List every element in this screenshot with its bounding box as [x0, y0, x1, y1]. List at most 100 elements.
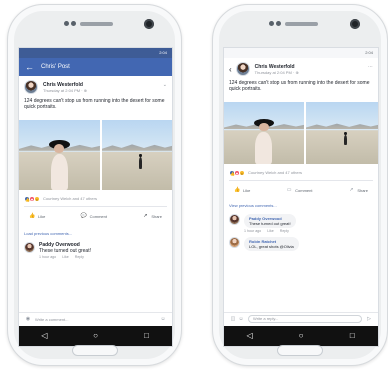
comment-bubble: Paddy Overwood These turned out great! — [244, 214, 296, 228]
right-side-photo[interactable] — [305, 102, 378, 164]
author-avatar[interactable] — [235, 62, 250, 76]
left-reaction-summary[interactable]: 👍 ♥ • Courtney Welch and 47 others — [19, 190, 172, 202]
left-photo-grid — [19, 120, 172, 190]
left-comment-composer: ◉ Write a comment... ☺ — [19, 312, 172, 325]
right-status-bar: 2:04 — [224, 48, 378, 58]
comment-bubble: Robin Ratchet LOL, great shots @Olivia — [244, 237, 299, 251]
back-nav-icon[interactable]: ◁ — [36, 326, 54, 346]
recent-apps-icon[interactable]: □ — [343, 326, 361, 346]
emoji-icon[interactable]: ☺ — [159, 316, 167, 322]
woman-top — [50, 153, 69, 190]
right-post-meta: Chris Westerfold Thursday at 2:04 PM · ⊕ — [255, 64, 299, 75]
left-main-photo[interactable] — [19, 120, 100, 190]
emoji-icon[interactable]: ☺ — [237, 316, 245, 322]
share-button[interactable]: ↗ Share — [348, 187, 368, 193]
phone-home-button[interactable] — [71, 345, 118, 356]
post-text: 124 degrees can't stop us from running i… — [229, 80, 370, 92]
home-nav-icon[interactable]: ○ — [292, 326, 310, 346]
camera-icon[interactable]: ◫ — [229, 316, 237, 322]
commenter-avatar[interactable] — [229, 237, 240, 248]
comment-time: 1 hour ago — [39, 255, 57, 259]
sensor-dots — [64, 21, 78, 27]
view-previous-comments[interactable]: View previous comments... — [224, 198, 378, 212]
right-reply-composer: ◫ ☺ Write a reply... ▷ — [224, 312, 378, 325]
share-icon: ↗ — [143, 213, 148, 219]
comment-button[interactable]: 💬 Comment — [81, 213, 107, 219]
post-more-icon[interactable]: ⋯ — [368, 64, 373, 70]
wow-reaction-icon: • — [34, 195, 40, 202]
phone-sensors — [213, 19, 387, 31]
left-comment-meta: 1 hour ago Like Reply — [19, 255, 172, 259]
comment-reply-link[interactable]: Reply — [75, 255, 84, 259]
like-icon: 👍 — [234, 187, 241, 193]
comment-like-link[interactable]: Like — [62, 255, 69, 259]
post-time: Thursday at 2:04 PM · ⊕ — [254, 69, 299, 75]
sensor-dots — [269, 21, 283, 27]
author-avatar[interactable] — [24, 80, 38, 94]
woman-top — [255, 131, 273, 164]
home-nav-icon[interactable]: ○ — [87, 326, 105, 346]
comment-time: 1 hour ago — [244, 229, 262, 233]
woman-face — [259, 122, 269, 131]
right-main-photo[interactable] — [224, 102, 304, 164]
right-status-time: 2:04 — [365, 50, 373, 55]
recent-apps-icon[interactable]: □ — [138, 326, 156, 346]
comment-bubble: Paddy Overwood These turned out great! — [39, 242, 91, 254]
share-label: Share — [357, 187, 368, 193]
commenter-avatar[interactable] — [229, 214, 240, 225]
like-label: Like — [243, 187, 251, 193]
right-comment-item-1: Paddy Overwood These turned out great! — [224, 212, 378, 228]
woman-portrait — [253, 119, 275, 164]
post-time: Thursday at 2:04 PM · ⊕ — [43, 87, 88, 93]
back-nav-icon[interactable]: ◁ — [241, 326, 259, 346]
comment-reply-link[interactable]: Reply — [280, 229, 289, 233]
reply-input[interactable]: Write a reply... — [248, 315, 362, 323]
post-options-chevron-icon[interactable]: ⌄ — [163, 82, 167, 88]
load-previous-comments[interactable]: Load previous comments... — [19, 224, 172, 240]
right-comment-item-2: Robin Ratchet LOL, great shots @Olivia — [224, 233, 378, 251]
left-status-bar: 2:04 — [19, 48, 172, 58]
phone-sensors — [8, 19, 181, 31]
woman-portrait — [48, 139, 71, 190]
right-screen: 2:04 ‹ Chris Westerfold Thursday at 2:04… — [223, 47, 379, 347]
right-photo-grid — [224, 102, 378, 164]
like-icon: 👍 — [29, 213, 36, 219]
reaction-count-text: Courtney Welch and 47 others — [43, 196, 97, 201]
commenter-avatar[interactable] — [24, 242, 35, 253]
comment-text: These turned out great! — [39, 248, 91, 254]
left-post-actions: 👍 Like 💬 Comment ↗ Share — [19, 207, 172, 224]
mountains-background — [305, 123, 378, 130]
left-comment-item: Paddy Overwood These turned out great! — [19, 240, 172, 254]
share-button[interactable]: ↗ Share — [142, 213, 162, 219]
comment-icon: ▭ — [286, 187, 292, 193]
comment-icon: 💬 — [80, 213, 87, 219]
left-back-icon[interactable]: ← — [25, 58, 37, 76]
right-phone: 2:04 ‹ Chris Westerfold Thursday at 2:04… — [212, 4, 388, 366]
post-text: 124 degrees can't stop us from running i… — [24, 98, 165, 110]
comment-input[interactable]: Write a comment... — [32, 317, 159, 322]
left-screen: 2:04 ← Chris' Post Chris Westerfold Thur… — [18, 47, 173, 347]
camera-icon[interactable]: ◉ — [24, 316, 32, 322]
share-icon: ↗ — [349, 187, 354, 193]
right-post-actions: 👍 Like ▭ Comment ↗ Share — [224, 181, 378, 198]
comment-label: Comment — [89, 213, 107, 219]
walking-person — [136, 153, 144, 174]
like-button[interactable]: 👍 Like — [29, 213, 45, 219]
comment-like-link[interactable]: Like — [267, 229, 274, 233]
left-status-time: 2:04 — [159, 50, 167, 55]
send-icon[interactable]: ▷ — [365, 316, 373, 322]
left-app-bar: ← Chris' Post — [19, 58, 172, 76]
comment-button[interactable]: ▭ Comment — [286, 187, 313, 193]
left-android-navbar: ◁ ○ □ — [19, 326, 172, 346]
phone-home-button[interactable] — [277, 345, 323, 356]
left-side-photo[interactable] — [101, 120, 172, 190]
front-camera — [350, 19, 360, 29]
right-reaction-summary[interactable]: 👍 ♥ • Courtney Welch and 47 others — [224, 164, 378, 176]
comment-text: These turned out great! — [249, 221, 291, 226]
comment-label: Comment — [295, 187, 313, 193]
mountains-background — [101, 144, 172, 151]
like-button[interactable]: 👍 Like — [234, 187, 250, 193]
right-android-navbar: ◁ ○ □ — [224, 326, 378, 346]
right-back-icon[interactable]: ‹ — [229, 65, 232, 74]
left-post-meta: Chris Westerfold Thursday at 2:04 PM · ⊕ — [43, 82, 87, 93]
